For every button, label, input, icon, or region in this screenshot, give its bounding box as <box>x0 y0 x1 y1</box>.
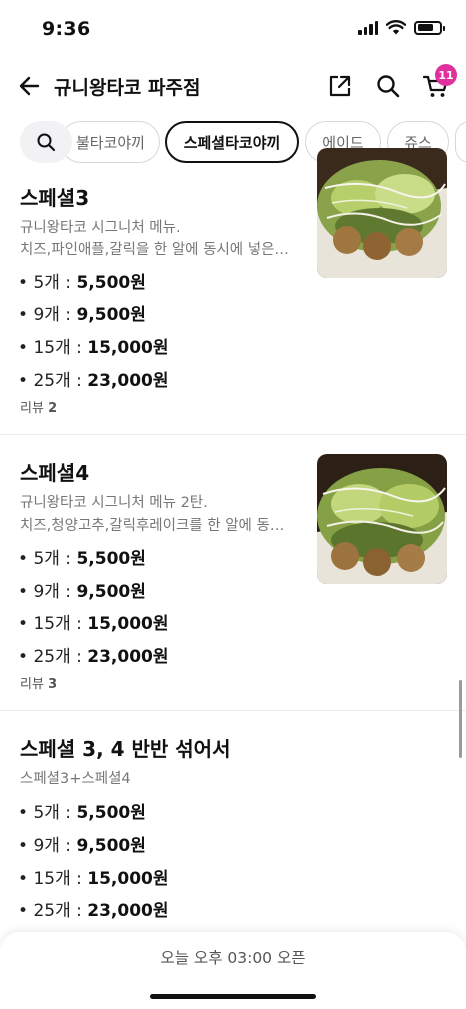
price-row: • 25개 : 23,000원 <box>18 647 169 667</box>
back-arrow-icon[interactable] <box>16 72 44 100</box>
status-bar: 9:36 <box>0 0 466 60</box>
share-icon[interactable] <box>326 72 354 100</box>
menu-item-desc: 치즈,청양고추,갈릭후레이크를 한 알에 동… <box>20 518 285 534</box>
menu-item-desc: 규니왕타코 시그니처 메뉴. <box>20 220 181 236</box>
price-row: • 25개 : 23,000원 <box>18 901 169 921</box>
status-icons <box>358 20 445 35</box>
menu-item-photo <box>317 454 447 584</box>
wifi-icon <box>386 20 406 35</box>
store-hours-bar: 오늘 오후 03:00 오픈 <box>0 932 466 1009</box>
menu-item-desc: 규니왕타코 시그니처 메뉴 2탄. <box>20 495 208 511</box>
price-row: • 9개 : 9,500원 <box>18 836 146 856</box>
battery-icon <box>414 20 445 35</box>
price-row: • 25개 : 23,000원 <box>18 371 169 391</box>
menu-item-name: 스페셜 3, 4 반반 섞어서 <box>20 737 231 761</box>
menu-item-photo <box>317 148 447 278</box>
price-row: • 5개 : 5,500원 <box>18 273 146 293</box>
price-row: • 9개 : 9,500원 <box>18 305 146 325</box>
status-time: 9:36 <box>42 18 91 40</box>
home-indicator[interactable] <box>150 994 316 999</box>
tab-category-more[interactable] <box>455 121 466 163</box>
menu-item[interactable]: 스페셜 3, 4 반반 섞어서 스페셜3+스페셜4 • 5개 : 5,500원 … <box>0 711 466 941</box>
menu-item[interactable]: 스페셜4 규니왕타코 시그니처 메뉴 2탄. 치즈,청양고추,갈릭후레이크를 한… <box>0 435 466 710</box>
open-time-text: 오늘 오후 03:00 오픈 <box>160 949 306 967</box>
tab-category-1[interactable]: 스페셜타코야끼 <box>165 121 299 163</box>
menu-item-desc: 치즈,파인애플,갈릭을 한 알에 동시에 넣은… <box>20 242 289 258</box>
search-icon <box>37 133 56 152</box>
menu-item[interactable]: 스페셜3 규니왕타코 시그니처 메뉴. 치즈,파인애플,갈릭을 한 알에 동시에… <box>0 148 466 434</box>
price-row: • 15개 : 15,000원 <box>18 869 169 889</box>
price-row: • 5개 : 5,500원 <box>18 549 146 569</box>
menu-search-button-overlay[interactable] <box>20 121 72 163</box>
menu-item-desc: 스페셜3+스페셜4 <box>20 771 131 787</box>
cart-count-badge: 11 <box>435 64 457 86</box>
tab-category-0[interactable]: 불타코야끼 <box>60 121 160 163</box>
price-row: • 9개 : 9,500원 <box>18 582 146 602</box>
review-count: 리뷰 2 <box>20 401 58 416</box>
price-row: • 15개 : 15,000원 <box>18 338 169 358</box>
price-row: • 5개 : 5,500원 <box>18 803 146 823</box>
price-row: • 15개 : 15,000원 <box>18 614 169 634</box>
store-title: 규니왕타코 파주점 <box>54 77 201 99</box>
menu-item-name: 스페셜4 <box>20 461 90 485</box>
cellular-signal-icon <box>358 20 378 35</box>
store-header: 규니왕타코 파주점 <box>0 60 466 112</box>
review-count: 리뷰 3 <box>20 677 58 692</box>
scroll-indicator[interactable] <box>459 680 462 758</box>
menu-item-name: 스페셜3 <box>20 186 90 210</box>
search-icon[interactable] <box>374 72 402 100</box>
